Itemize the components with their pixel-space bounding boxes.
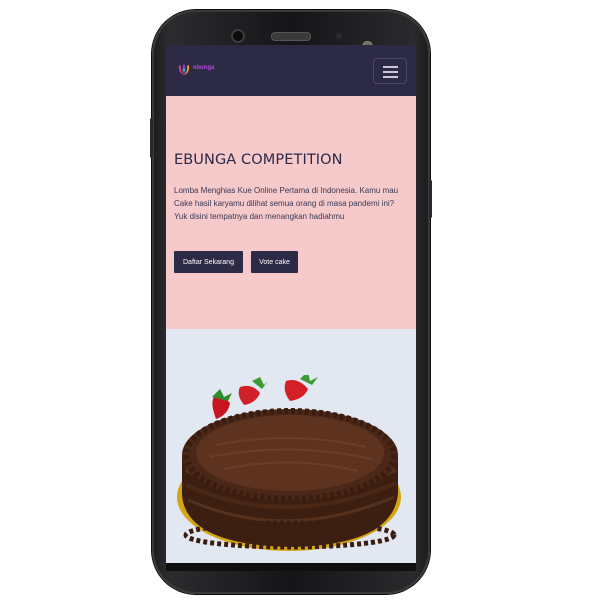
- chocolate-cake-image: [177, 375, 401, 551]
- front-camera-icon: [231, 29, 245, 43]
- strawberry: [284, 375, 318, 401]
- hamburger-bar: [383, 71, 398, 73]
- power-button: [429, 180, 432, 218]
- hero-section: EBUNGA COMPETITION Lomba Menghias Kue On…: [166, 96, 416, 329]
- speaker-grille: [271, 32, 311, 41]
- cake-showcase: [166, 329, 416, 563]
- strawberry: [238, 377, 268, 405]
- hero-title: EBUNGA COMPETITION: [174, 152, 343, 168]
- hero-description-text: Lomba Menghias Kue Online Pertama di Ind…: [174, 186, 399, 208]
- hamburger-bar: [383, 76, 398, 78]
- navbar: ebunga: [166, 45, 416, 96]
- screen-bottom-bezel: [166, 563, 416, 571]
- vote-cake-button[interactable]: Vote cake: [251, 251, 298, 273]
- ebunga-logo-icon[interactable]: [177, 61, 191, 77]
- hero-description: Lomba Menghias Kue Online Pertama di Ind…: [174, 184, 410, 223]
- hamburger-menu-icon: [383, 66, 398, 68]
- hero-cta-text: Yuk disini tempatnya dan menangkan hadia…: [174, 212, 345, 221]
- register-now-button[interactable]: Daftar Sekarang: [174, 251, 243, 273]
- brand-name[interactable]: ebunga: [193, 65, 214, 71]
- hamburger-menu-button[interactable]: [373, 58, 407, 84]
- strawberry: [212, 389, 232, 419]
- phone-screen: ebunga EBUNGA COMPETITION Lomba Menghias…: [166, 45, 416, 563]
- proximity-sensor: [336, 33, 342, 39]
- volume-button: [150, 118, 153, 158]
